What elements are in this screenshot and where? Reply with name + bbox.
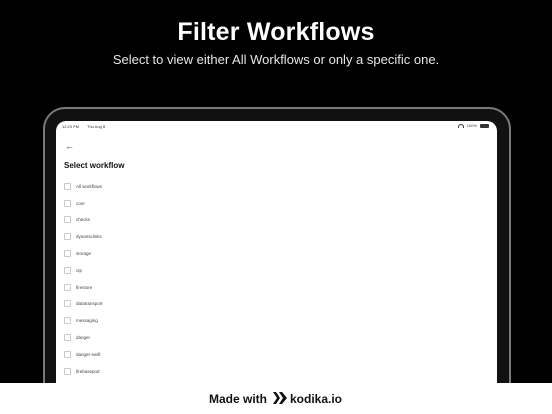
kodika-logo-icon bbox=[273, 392, 287, 404]
workflow-item[interactable]: dynamiclinks bbox=[64, 228, 484, 245]
back-arrow-icon[interactable]: ← bbox=[65, 141, 74, 151]
checkbox[interactable] bbox=[64, 233, 71, 241]
checkbox[interactable] bbox=[64, 216, 71, 224]
status-bar: 12:23 PM Thu Aug 8 100% bbox=[56, 121, 497, 131]
footer-banner: Made with kodika.io bbox=[0, 383, 552, 414]
workflow-item[interactable]: firestore bbox=[64, 279, 484, 296]
checkbox[interactable] bbox=[64, 350, 71, 358]
workflow-item-label: core bbox=[76, 200, 85, 206]
checkbox[interactable] bbox=[64, 300, 71, 308]
checkbox[interactable] bbox=[64, 317, 71, 325]
workflow-item[interactable]: core bbox=[64, 195, 484, 212]
brand-name[interactable]: kodika.io bbox=[290, 392, 342, 406]
workflow-item-label: firestore bbox=[76, 284, 93, 290]
workflow-item-label: firebasepod bbox=[76, 368, 100, 374]
workflow-item-label: dynamiclinks bbox=[76, 234, 102, 240]
wifi-icon bbox=[457, 123, 464, 128]
checkbox[interactable] bbox=[64, 334, 71, 342]
checkbox[interactable] bbox=[64, 250, 71, 258]
workflow-item-label: danger-swift bbox=[76, 351, 101, 357]
battery-percent: 100% bbox=[466, 123, 477, 128]
workflow-item[interactable]: danger-swift bbox=[64, 346, 484, 363]
checkbox[interactable] bbox=[64, 199, 71, 207]
status-date: Thu Aug 8 bbox=[87, 124, 106, 129]
status-time: 12:23 PM bbox=[62, 124, 80, 129]
made-with-label: Made with bbox=[209, 392, 268, 406]
checkbox[interactable] bbox=[64, 283, 71, 291]
workflow-item-label: storage bbox=[76, 251, 92, 257]
page-title: Select workflow bbox=[64, 161, 125, 170]
workflow-item[interactable]: messaging bbox=[64, 312, 484, 329]
checkbox[interactable] bbox=[64, 367, 71, 375]
workflow-item-label: ctp bbox=[76, 267, 83, 273]
workflow-item[interactable]: ctp bbox=[64, 262, 484, 279]
checkbox[interactable] bbox=[64, 266, 71, 274]
workflow-item-label: datatransport bbox=[76, 301, 103, 307]
device-screen: 12:23 PM Thu Aug 8 100% ← Select workflo… bbox=[56, 121, 497, 383]
workflow-item[interactable]: storage bbox=[64, 245, 484, 262]
headline: Filter Workflows bbox=[177, 18, 375, 46]
workflow-item[interactable]: All workflows bbox=[64, 178, 484, 195]
workflow-item-label: checks bbox=[76, 217, 91, 223]
checkbox[interactable] bbox=[64, 182, 71, 190]
workflow-item-label: danger bbox=[76, 335, 91, 341]
workflow-item[interactable]: firebasepod bbox=[64, 363, 484, 380]
status-indicators: 100% bbox=[457, 123, 489, 128]
workflow-item-label: All workflows bbox=[76, 183, 103, 189]
workflow-item-label: messaging bbox=[76, 318, 98, 324]
workflow-item[interactable]: danger bbox=[64, 329, 484, 346]
workflow-list: All workflows core checks dynamiclinks stora… bbox=[64, 178, 484, 380]
battery-icon bbox=[480, 123, 489, 128]
subheadline: Select to view either All Workflows or o… bbox=[112, 52, 440, 67]
workflow-item[interactable]: checks bbox=[64, 212, 484, 229]
workflow-item[interactable]: datatransport bbox=[64, 296, 484, 313]
